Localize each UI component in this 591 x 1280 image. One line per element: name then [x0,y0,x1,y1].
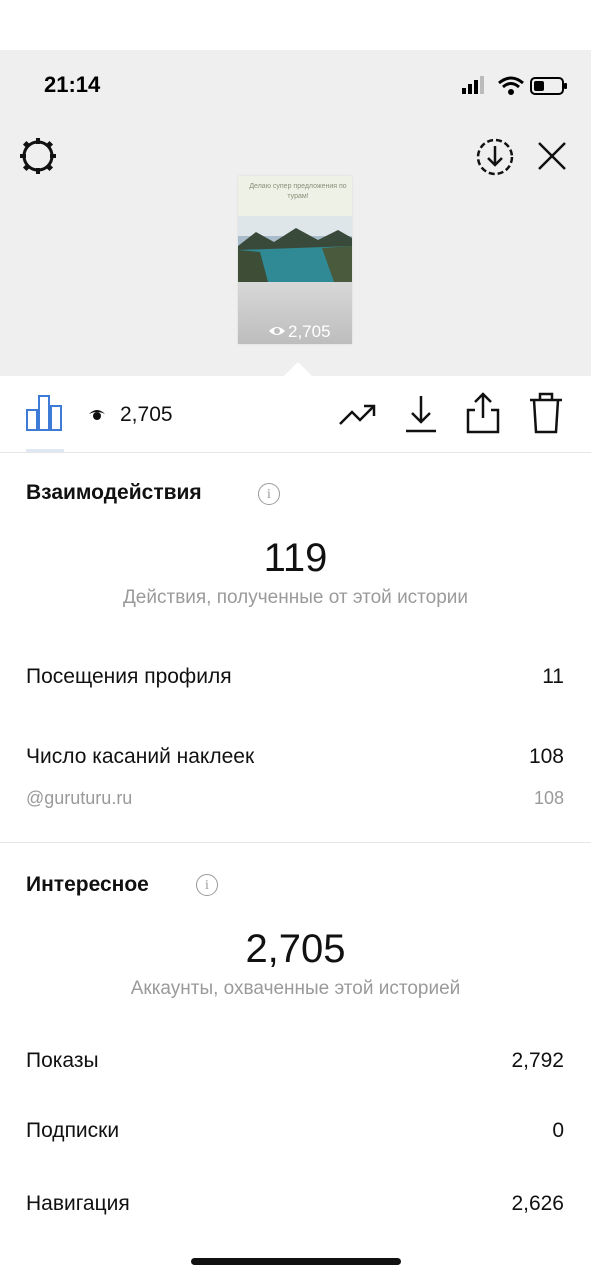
active-tab-underline [26,449,64,452]
lake-photo [238,216,352,282]
home-indicator[interactable] [191,1258,401,1265]
selection-pointer [283,362,313,377]
sticker-taps-value: 108 [528,745,564,768]
close-icon[interactable] [534,138,570,174]
settings-gear-icon[interactable] [18,136,58,176]
sticker-handle-value: 108 [533,788,564,808]
profile-visits-value: 11 [542,665,564,688]
impressions-value: 2,792 [511,1049,564,1072]
discovery-total: 2,705 [245,927,346,971]
insights-toolbar: 2,705 [0,376,591,453]
section-divider [0,842,591,843]
interactions-total: 119 [263,536,328,580]
story-views-count: 2,705 [288,322,331,341]
trend-icon[interactable] [338,400,378,428]
info-icon[interactable]: i [258,483,280,505]
discovery-title: Интересное [26,873,149,896]
story-thumbnail[interactable]: Делаю супер предложения по турам! [238,176,352,344]
interactions-title: Взаимодействия [26,481,202,504]
wifi-icon [498,76,524,95]
top-margin [0,0,591,50]
discovery-caption: Аккаунты, охваченные этой историей [130,978,461,999]
profile-visits-label: Посещения профиля [26,665,232,688]
navigation-label: Навигация [26,1192,130,1215]
battery-icon [530,77,567,95]
interactions-caption: Действия, полученные от этой истории [122,587,469,608]
eye-icon [269,327,285,335]
eye-icon [89,410,105,420]
signal-icon [462,76,484,94]
download-circle-icon[interactable] [474,136,516,178]
impressions-label: Показы [26,1049,99,1072]
status-time: 21:14 [44,72,101,97]
sticker-handle-label: @guruturu.ru [26,788,133,808]
share-icon[interactable] [466,392,500,434]
download-icon[interactable] [404,394,438,434]
navigation-value: 2,626 [511,1192,564,1215]
trash-icon[interactable] [528,392,564,434]
story-banner: Делаю супер предложения по турам! [238,176,352,216]
follows-value: 0 [552,1119,564,1142]
views-count: 2,705 [120,403,173,426]
sticker-taps-label: Число касаний наклеек [26,745,255,768]
bar-chart-icon[interactable] [26,394,62,432]
story-banner-text: Делаю супер предложения по турам! [249,183,347,200]
info-icon[interactable]: i [196,874,218,896]
follows-label: Подписки [26,1119,120,1142]
